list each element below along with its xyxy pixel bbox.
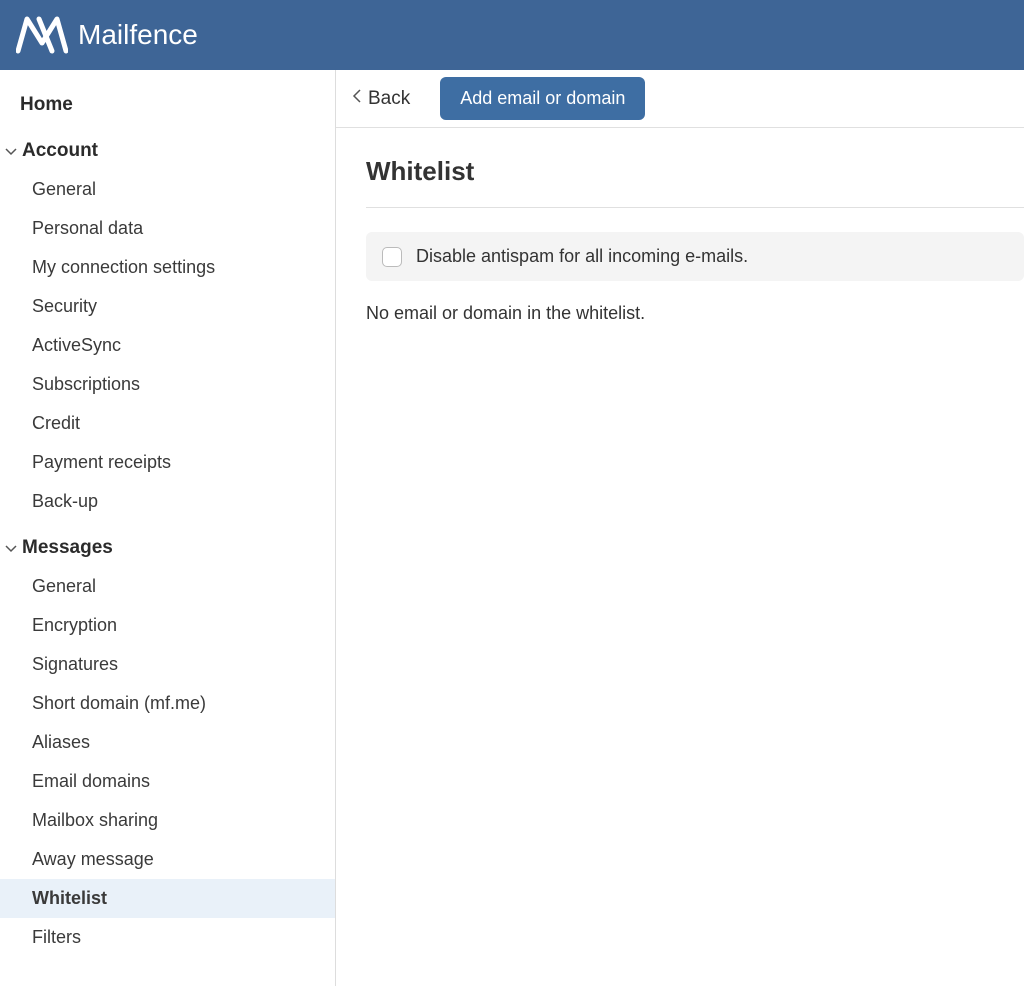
sidebar-item-whitelist[interactable]: Whitelist <box>0 879 335 918</box>
sidebar-group-account[interactable]: Account <box>0 132 335 170</box>
chevron-down-icon <box>4 144 18 158</box>
sidebar-item-payment-receipts[interactable]: Payment receipts <box>0 443 335 482</box>
sidebar-item-email-domains[interactable]: Email domains <box>0 762 335 801</box>
sidebar-item-personal-data[interactable]: Personal data <box>0 209 335 248</box>
sidebar-group-label: Account <box>22 140 98 162</box>
add-email-or-domain-button[interactable]: Add email or domain <box>440 77 645 120</box>
brand-logo[interactable]: Mailfence <box>16 13 198 57</box>
sidebar-item-short-domain[interactable]: Short domain (mf.me) <box>0 684 335 723</box>
toolbar: Back Add email or domain <box>336 70 1024 128</box>
main-panel: Back Add email or domain Whitelist Disab… <box>336 70 1024 986</box>
disable-antispam-checkbox[interactable] <box>382 247 402 267</box>
app-header: Mailfence <box>0 0 1024 70</box>
sidebar-item-encryption[interactable]: Encryption <box>0 606 335 645</box>
sidebar-item-filters[interactable]: Filters <box>0 918 335 957</box>
disable-antispam-row: Disable antispam for all incoming e-mail… <box>366 232 1024 281</box>
chevron-left-icon <box>352 88 362 110</box>
sidebar-item-credit[interactable]: Credit <box>0 404 335 443</box>
sidebar-item-backup[interactable]: Back-up <box>0 482 335 521</box>
sidebar-item-security[interactable]: Security <box>0 287 335 326</box>
sidebar-item-away-message[interactable]: Away message <box>0 840 335 879</box>
sidebar-item-subscriptions[interactable]: Subscriptions <box>0 365 335 404</box>
sidebar-home[interactable]: Home <box>0 82 335 132</box>
back-label: Back <box>368 88 410 110</box>
whitelist-empty-message: No email or domain in the whitelist. <box>366 303 1024 324</box>
content-area: Whitelist Disable antispam for all incom… <box>336 128 1024 324</box>
sidebar-item-signatures[interactable]: Signatures <box>0 645 335 684</box>
chevron-down-icon <box>4 541 18 555</box>
brand-name: Mailfence <box>78 19 198 51</box>
sidebar: Home Account General Personal data My co… <box>0 70 336 986</box>
sidebar-group-label: Messages <box>22 537 113 559</box>
sidebar-item-messages-general[interactable]: General <box>0 567 335 606</box>
back-button[interactable]: Back <box>350 82 412 116</box>
sidebar-item-mailbox-sharing[interactable]: Mailbox sharing <box>0 801 335 840</box>
sidebar-item-connection-settings[interactable]: My connection settings <box>0 248 335 287</box>
sidebar-item-aliases[interactable]: Aliases <box>0 723 335 762</box>
disable-antispam-label: Disable antispam for all incoming e-mail… <box>416 246 748 267</box>
mailfence-logo-icon <box>16 13 68 57</box>
sidebar-group-messages[interactable]: Messages <box>0 529 335 567</box>
sidebar-item-general[interactable]: General <box>0 170 335 209</box>
sidebar-item-activesync[interactable]: ActiveSync <box>0 326 335 365</box>
page-title: Whitelist <box>366 156 1024 208</box>
